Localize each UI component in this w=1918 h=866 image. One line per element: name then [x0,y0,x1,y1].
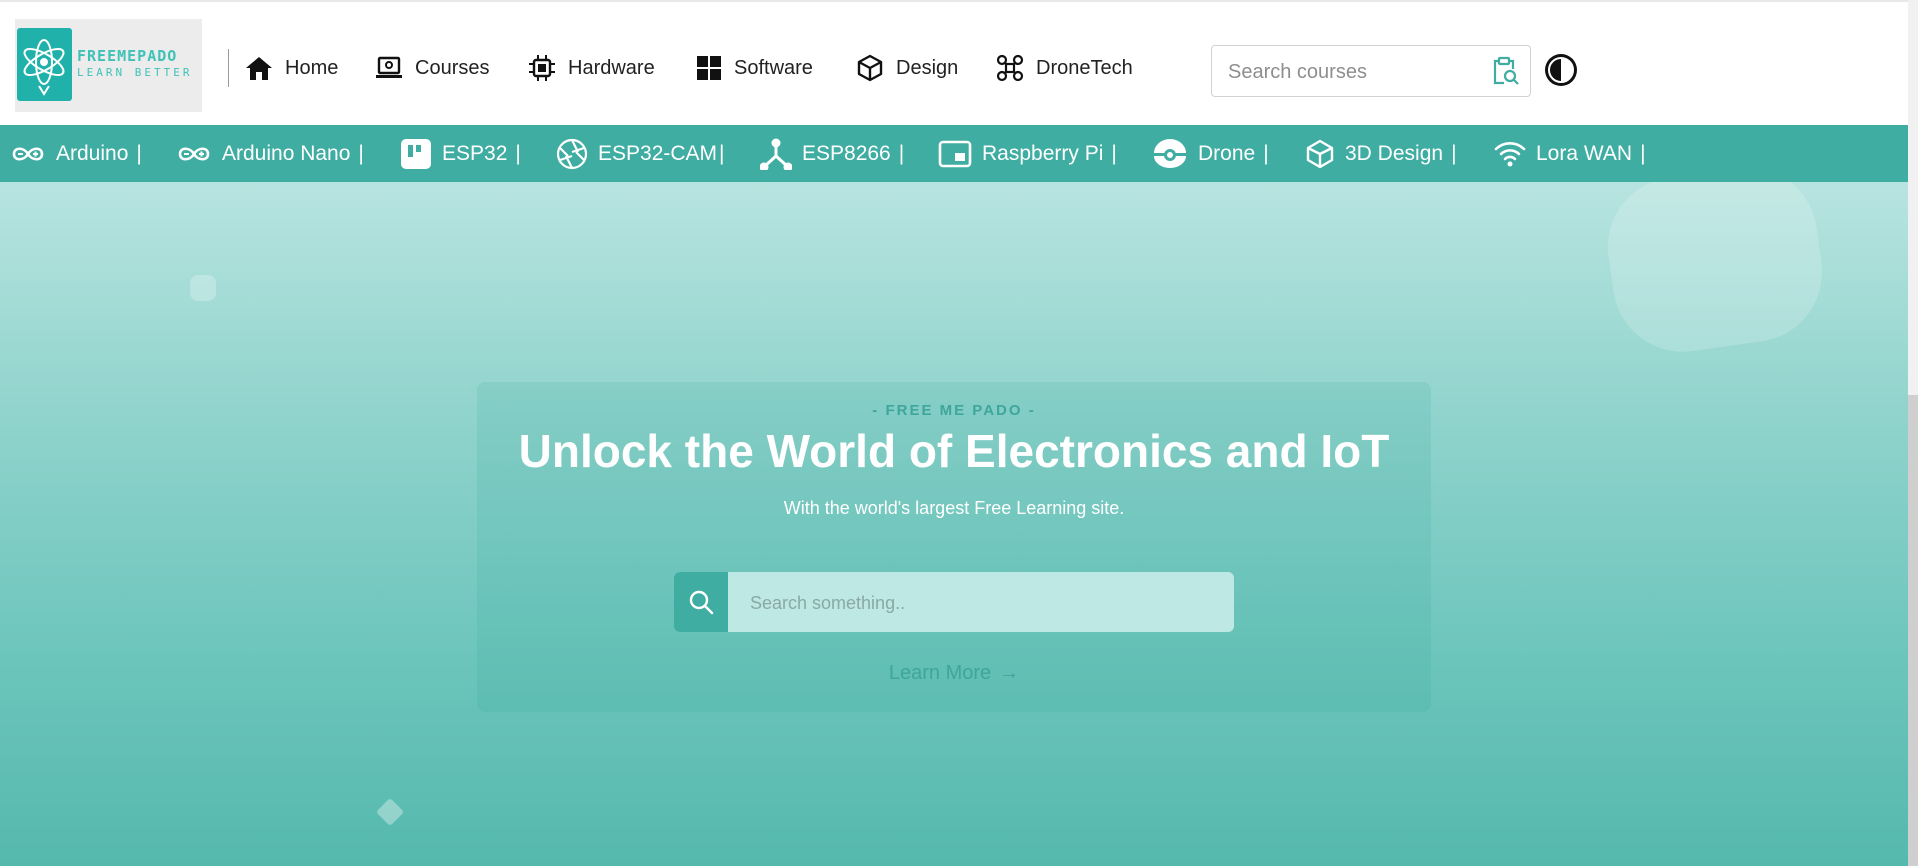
hero-eyebrow: - FREE ME PADO - [872,402,1036,419]
course-search-input[interactable] [1226,56,1480,88]
nav-home[interactable]: Home [245,50,338,86]
category-esp8266-label: ESP8266 [802,141,891,165]
nav-courses[interactable]: Courses [375,50,489,86]
category-esp8266[interactable]: ESP8266 | [760,125,904,182]
category-arduino-nano-label: Arduino Nano [222,141,351,165]
search-icon [689,590,714,615]
category-lora-wan[interactable]: Lora WAN | [1494,125,1646,182]
nav-hardware[interactable]: Hardware [528,50,655,86]
clipboard-search-icon[interactable] [1490,56,1520,86]
category-bar: Arduino | Arduino Nano | ESP32 | ESP32-CAM |… [0,125,1908,182]
cube-icon [857,54,883,82]
brand-name: FREEMEPADO [77,47,178,65]
category-raspberry-pi[interactable]: Raspberry Pi | [938,125,1117,182]
chip-icon [529,55,555,81]
course-search [1211,45,1531,97]
decorative-blob [1598,182,1832,361]
wifi-icon [1494,141,1526,166]
category-drone-label: Drone [1198,141,1256,165]
cube-icon [1306,139,1334,168]
category-separator: | [898,141,905,165]
site-header: FREEMEPADO LEARN BETTER Home Courses Har… [0,0,1908,125]
hero-subtitle: With the world's largest Free Learning s… [783,498,1125,518]
category-separator: | [719,141,725,165]
nav-dronetech-label: DroneTech [1036,56,1133,79]
category-separator: | [1451,141,1457,165]
nav-dronetech[interactable]: DroneTech [996,50,1133,86]
category-arduino-nano[interactable]: Arduino Nano | [176,125,364,182]
category-separator: | [1263,141,1269,165]
brand-text: FREEMEPADO LEARN BETTER [77,47,199,81]
hero-search-input[interactable] [748,587,1212,619]
hero-section: - FREE ME PADO - Unlock the World of Ele… [0,182,1908,866]
category-separator: | [1640,141,1646,165]
drone-eye-icon [1154,138,1186,168]
aperture-icon [556,138,588,169]
category-3d-design-label: 3D Design [1345,141,1444,165]
category-esp32-cam-label: ESP32-CAM [598,141,718,165]
brand-tagline: LEARN BETTER [77,66,193,79]
nav-software-label: Software [734,56,813,79]
nav-home-label: Home [285,56,339,79]
decorative-diamond [375,797,405,827]
hero-title: Unlock the World of Electronics and IoT [518,425,1390,477]
category-separator: | [136,141,142,165]
category-esp32-label: ESP32 [442,141,508,165]
infinity-icon [178,146,210,161]
grid-icon [697,56,721,80]
home-icon [246,57,272,80]
nav-design-label: Design [896,56,959,79]
decorative-square [190,275,216,301]
nav-courses-label: Courses [415,56,490,79]
category-lora-wan-label: Lora WAN [1536,141,1633,165]
board-icon [401,138,431,169]
infinity-icon [12,146,44,161]
hero-search [674,572,1234,632]
category-separator: | [1111,141,1117,165]
category-esp32-cam[interactable]: ESP32-CAM | [556,125,725,182]
hero-search-button[interactable] [674,572,728,632]
nav-hardware-label: Hardware [568,56,655,79]
nav-software[interactable]: Software [696,50,813,86]
category-arduino[interactable]: Arduino | [10,125,142,182]
nav-design[interactable]: Design [856,50,958,86]
category-esp32[interactable]: ESP32 | [400,125,521,182]
header-divider [228,49,229,87]
category-3d-design[interactable]: 3D Design | [1305,125,1457,182]
hero-card: - FREE ME PADO - Unlock the World of Ele… [477,382,1431,712]
learn-more-link[interactable]: Learn More → [477,662,1431,685]
drone-icon [996,54,1024,82]
nodes-icon [760,138,792,170]
picture-in-picture-icon [938,140,972,167]
theme-toggle-icon[interactable] [1543,52,1579,88]
category-separator: | [358,141,364,165]
site-logo[interactable]: FREEMEPADO LEARN BETTER [15,19,202,112]
laptop-icon [376,56,402,78]
atom-logo-icon [17,28,72,101]
category-raspberry-pi-label: Raspberry Pi [982,141,1104,165]
category-arduino-label: Arduino [56,141,129,165]
arrow-right-icon: → [999,662,1020,684]
scrollbar-thumb[interactable] [1908,395,1918,866]
category-drone[interactable]: Drone | [1152,125,1269,182]
learn-more-label: Learn More [888,662,992,684]
category-separator: | [515,141,521,165]
